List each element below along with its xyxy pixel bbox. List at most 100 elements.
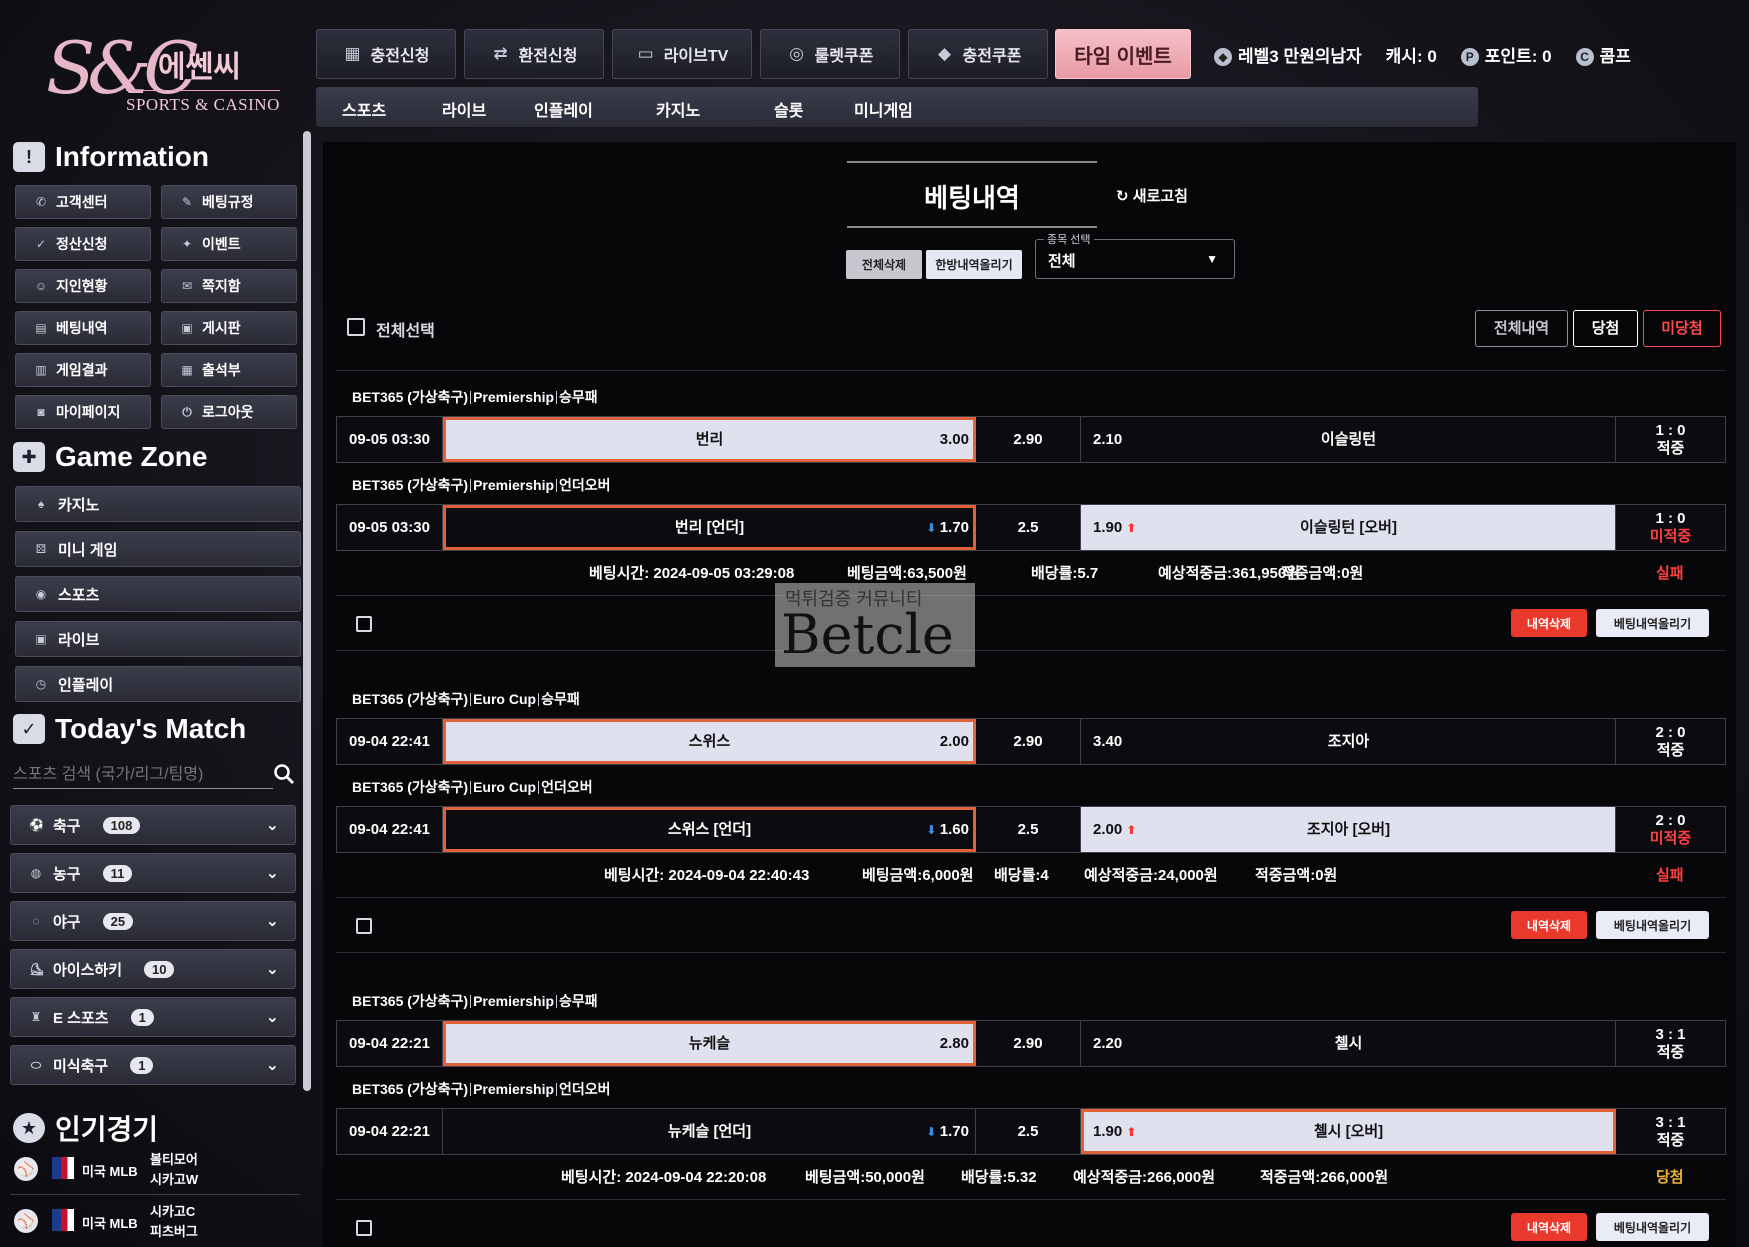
- brand-logo[interactable]: S&C 에쎈씨 SPORTS & CASINO: [28, 26, 288, 126]
- user-icon: ◙: [37, 405, 45, 419]
- delete-bet-button[interactable]: 내역삭제: [1511, 911, 1587, 939]
- upload-all-button[interactable]: 한방내역올리기: [926, 250, 1022, 279]
- chevron-down-icon: ⌄: [265, 817, 279, 834]
- select-all-checkbox[interactable]: [347, 318, 365, 336]
- home-pick[interactable]: 번리 [언더] ⬇ 1.70: [443, 505, 976, 550]
- today-heading: ✓ Today's Match: [13, 713, 246, 745]
- nav-live-tv[interactable]: ▭ 라이브TV: [612, 29, 752, 79]
- delete-bet-button[interactable]: 내역삭제: [1511, 609, 1587, 637]
- gamezone-sports[interactable]: ◉ 스포츠: [15, 576, 301, 612]
- match-label: BET365 (가상축구) Premiership 언더오버: [352, 475, 611, 495]
- match-market: 언더오버: [541, 779, 593, 795]
- sidebar-settlement[interactable]: ✓ 정산신청: [15, 227, 151, 261]
- bet-row: 09-04 22:21 뉴케슬 [언더] ⬇ 1.70 2.5 첼시 [오버] 1.…: [336, 1108, 1726, 1155]
- subnav-minigame[interactable]: 미니게임: [854, 97, 913, 121]
- people-icon: ☺: [34, 279, 48, 293]
- nav-charge-coupon[interactable]: ◆ 충전쿠폰: [908, 29, 1048, 79]
- sidebar-mypage[interactable]: ◙ 마이페이지: [15, 395, 151, 429]
- category-esports[interactable]: ♜ E 스포츠 1 ⌄: [10, 997, 296, 1037]
- upload-bet-button[interactable]: 베팅내역올리기: [1596, 1213, 1709, 1241]
- bet-checkbox[interactable]: [356, 616, 372, 632]
- match-result: 1 : 0 미적중: [1616, 505, 1725, 550]
- away-pick[interactable]: 첼시 2.20: [1081, 1021, 1616, 1066]
- bet-checkbox[interactable]: [356, 1220, 372, 1236]
- filter-win-button[interactable]: 당첨: [1573, 310, 1638, 347]
- subnav-casino[interactable]: 카지노: [656, 97, 700, 121]
- away-pick[interactable]: 조지아 [오버] 2.00 ⬆: [1081, 807, 1616, 852]
- category-american-football[interactable]: ⬭ 미식축구 1 ⌄: [10, 1045, 296, 1085]
- match-date: 09-05 03:30: [337, 505, 443, 550]
- filter-lose-button[interactable]: 미당첨: [1643, 310, 1721, 347]
- draw-odd: 2.90: [976, 1021, 1081, 1066]
- nav-time-event[interactable]: 타임 이벤트: [1055, 29, 1191, 79]
- search-icon[interactable]: [273, 763, 295, 785]
- subnav-inplay[interactable]: 인플레이: [534, 97, 593, 121]
- sidebar-referral[interactable]: ☺ 지인현황: [15, 269, 151, 303]
- delete-all-button[interactable]: 전체삭제: [846, 250, 922, 279]
- subnav-live[interactable]: 라이브: [442, 97, 486, 121]
- upload-bet-button[interactable]: 베팅내역올리기: [1596, 609, 1709, 637]
- sidebar-event[interactable]: ✦ 이벤트: [161, 227, 297, 261]
- gamezone-inplay[interactable]: ◷ 인플레이: [15, 666, 301, 702]
- sidebar-bet-history[interactable]: ▤ 베팅내역: [15, 311, 151, 345]
- away-pick[interactable]: 이슬링턴 [오버] 1.90 ⬆: [1081, 505, 1616, 550]
- category-count: 108: [102, 816, 141, 834]
- sport-select[interactable]: 종목 선택 전체 ▼: [1035, 231, 1235, 279]
- away-pick[interactable]: 이슬링턴 2.10: [1081, 417, 1616, 462]
- match-market: 승무패: [559, 389, 598, 405]
- gamezone-label: 인플레이: [58, 676, 114, 694]
- title-divider: [847, 161, 1097, 163]
- category-icehockey[interactable]: ⛸ 아이스하키 10 ⌄: [10, 949, 296, 989]
- sidebar-board[interactable]: ▣ 게시판: [161, 311, 297, 345]
- delete-bet-button[interactable]: 내역삭제: [1511, 1213, 1587, 1241]
- home-pick[interactable]: 뉴케슬 2.80: [443, 1021, 976, 1066]
- away-odd: 3.40: [1093, 733, 1123, 750]
- sidebar-customer-center[interactable]: ✆ 고객센터: [15, 185, 151, 219]
- home-pick[interactable]: 스위스 2.00: [443, 719, 976, 764]
- away-pick[interactable]: 조지아 3.40: [1081, 719, 1616, 764]
- user-point-text: 포인트: 0: [1484, 47, 1552, 66]
- home-team: 스위스: [688, 733, 731, 750]
- gamezone-casino[interactable]: ♠ 카지노: [15, 486, 301, 522]
- home-pick[interactable]: 번리 3.00: [443, 417, 976, 462]
- label-separator: [470, 1083, 472, 1096]
- subnav-sports[interactable]: 스포츠: [342, 97, 386, 121]
- bet-checkbox[interactable]: [356, 918, 372, 934]
- category-basketball[interactable]: ◍ 농구 11 ⌄: [10, 853, 296, 893]
- subnav-slot[interactable]: 슬롯: [774, 97, 803, 121]
- sidebar-attendance[interactable]: ▦ 출석부: [161, 353, 297, 387]
- sidebar-messages[interactable]: ✉ 쪽지함: [161, 269, 297, 303]
- nav-withdraw[interactable]: ⇄ 환전신청: [464, 29, 604, 79]
- away-pick[interactable]: 첼시 [오버] 1.90 ⬆: [1081, 1109, 1616, 1154]
- user-comp[interactable]: C 콤프: [1575, 42, 1631, 67]
- draw-odd: 2.5: [976, 505, 1081, 550]
- away-odd: 2.00: [1093, 821, 1123, 838]
- label-separator: [538, 781, 540, 794]
- logo-english: SPORTS & CASINO: [126, 90, 280, 115]
- filter-all-button[interactable]: 전체내역: [1475, 310, 1568, 347]
- away-odd-wrap: 3.40: [1093, 719, 1122, 764]
- category-soccer[interactable]: ⚽ 축구 108 ⌄: [10, 805, 296, 845]
- refresh-button[interactable]: ↻ 새로고침: [1116, 185, 1188, 206]
- home-pick[interactable]: 뉴케슬 [언더] ⬇ 1.70: [443, 1109, 976, 1154]
- sidebar-betting-rules[interactable]: ✎ 베팅규정: [161, 185, 297, 219]
- sports-search-input[interactable]: [13, 761, 273, 789]
- user-level[interactable]: ◆ 레벨3 만원의남자: [1214, 42, 1362, 67]
- popular-match[interactable]: ⚾ 미국 MLB 시카고C 피츠버그: [10, 1195, 300, 1247]
- label-separator: [470, 693, 472, 706]
- sidebar-logout[interactable]: ⏻ 로그아웃: [161, 395, 297, 429]
- gamezone-label: 스포츠: [58, 586, 100, 604]
- popular-match[interactable]: ⚾ 미국 MLB 볼티모어 시카고W: [10, 1143, 300, 1195]
- home-pick[interactable]: 스위스 [언더] ⬇ 1.60: [443, 807, 976, 852]
- category-baseball[interactable]: ◌ 야구 25 ⌄: [10, 901, 296, 941]
- arrow-down-icon: ⬇: [926, 823, 940, 837]
- nav-label: 라이브TV: [663, 48, 729, 65]
- gamezone-minigame[interactable]: ⚄ 미니 게임: [15, 531, 301, 567]
- upload-bet-button[interactable]: 베팅내역올리기: [1596, 911, 1709, 939]
- label-separator: [470, 479, 472, 492]
- nav-deposit[interactable]: ▦ 충전신청: [316, 29, 456, 79]
- sidebar-game-results[interactable]: ▥ 게임결과: [15, 353, 151, 387]
- sidebar-scrollbar[interactable]: [303, 131, 311, 1091]
- nav-roulette-coupon[interactable]: ◎ 룰렛쿠폰: [760, 29, 900, 79]
- gamezone-live[interactable]: ▣ 라이브: [15, 621, 301, 657]
